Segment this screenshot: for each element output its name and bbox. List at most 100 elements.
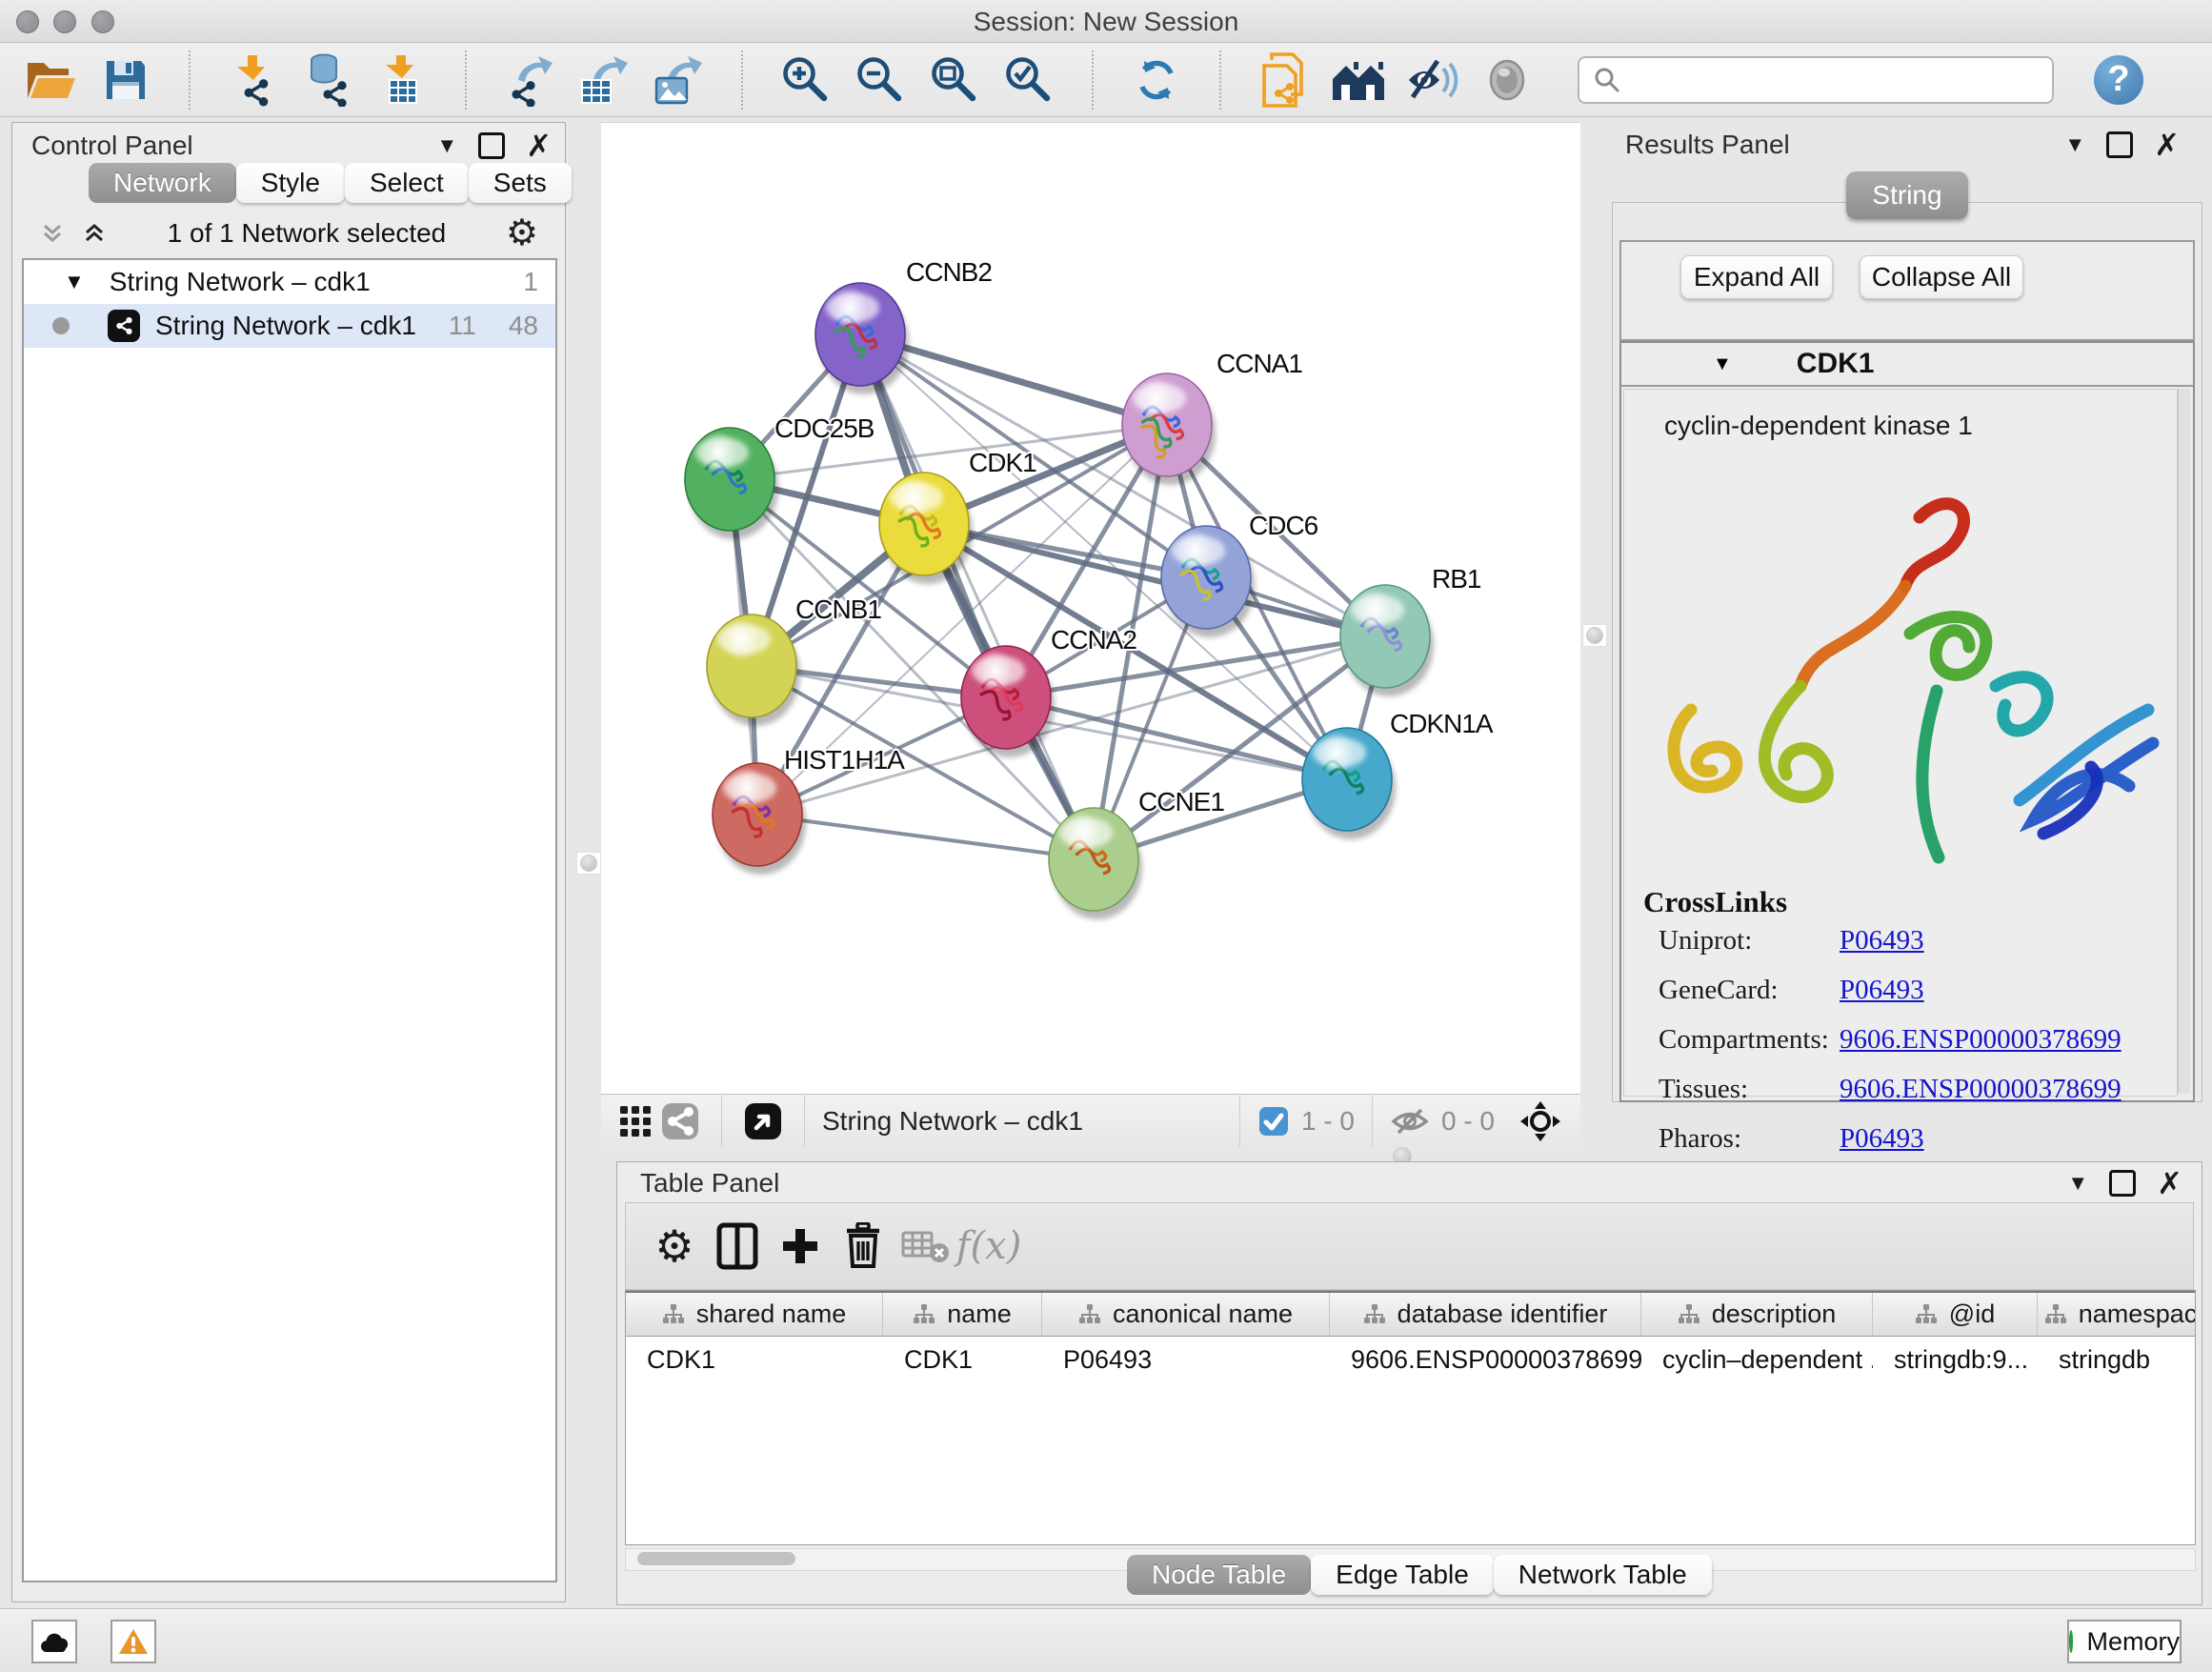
node-CCNB2[interactable] [815,283,909,394]
undock-panel-icon[interactable] [478,132,505,159]
gene-card-scrollbar[interactable] [2178,389,2190,1094]
delete-column-trash-icon[interactable] [832,1217,895,1276]
scrollbar-thumb[interactable] [637,1552,795,1565]
crosslink-link[interactable]: 9606.ENSP00000378699 [1840,1024,2122,1056]
cell-@id[interactable]: stringdb:9... [1873,1345,2038,1375]
tab-string[interactable]: String [1846,171,1968,219]
network-canvas[interactable]: CCNB2CCNA1CDC25BCDK1CDC6RB1CCNB1CCNA2CDK… [601,122,1580,1095]
node-HIST1H1A[interactable] [713,763,806,875]
export-image-button[interactable] [652,53,705,107]
tab-edge-table[interactable]: Edge Table [1311,1555,1494,1595]
cell-name[interactable]: CDK1 [883,1345,1042,1375]
refresh-button[interactable] [1130,53,1183,107]
collapse-all-tree-icon[interactable] [39,220,66,247]
gene-card-header[interactable]: ▼ CDK1 [1621,343,2193,387]
cell-shared-name[interactable]: CDK1 [626,1345,883,1375]
show-eye-button[interactable] [1480,53,1534,107]
close-table-icon[interactable]: ✗ [2157,1173,2182,1194]
collection-label: String Network – cdk1 [110,267,371,297]
node-CDC6[interactable] [1161,526,1255,637]
import-network-button[interactable] [227,53,280,107]
column-header-shared-name[interactable]: shared name [626,1293,883,1336]
import-database-button[interactable] [301,53,354,107]
pan-crosshair-icon[interactable] [1519,1100,1561,1142]
zoom-out-button[interactable] [854,53,907,107]
hide-selected-eye-button[interactable] [1406,53,1459,107]
export-table-button[interactable] [577,53,631,107]
delete-table-icon[interactable] [895,1217,957,1276]
node-CCNB1[interactable] [707,614,800,726]
add-column-icon[interactable] [769,1217,832,1276]
edge-HIST1H1A-CCNE1[interactable] [757,815,1094,859]
undock-results-icon[interactable] [2106,131,2133,158]
column-header-canonical-name[interactable]: canonical name [1042,1293,1330,1336]
close-results-icon[interactable]: ✗ [2154,134,2180,155]
memory-button[interactable]: Memory [2067,1620,2182,1663]
crosslink-link[interactable]: P06493 [1840,975,1924,1006]
cell-namespace[interactable]: stringdb [2038,1345,2196,1375]
birdseye-view-icon[interactable] [739,1095,787,1148]
open-folder-button[interactable] [25,53,78,107]
grid-view-icon[interactable] [614,1095,656,1148]
column-header-@id[interactable]: @id [1873,1293,2038,1336]
search-input[interactable] [1631,60,2052,100]
zoom-selected-button[interactable] [1002,53,1056,107]
node-CCNE1[interactable] [1049,808,1142,919]
float-table-icon[interactable]: ▼ [2067,1171,2088,1196]
collapse-all-button[interactable]: Collapse All [1860,255,2023,299]
node-CCNA2[interactable] [961,646,1055,757]
edge-CCNB2-CCNE1[interactable] [860,334,1094,859]
gene-collapse-arrow-icon[interactable]: ▼ [1713,353,1732,375]
tab-sets[interactable]: Sets [469,163,572,203]
zoom-in-button[interactable] [779,53,833,107]
undock-table-icon[interactable] [2109,1170,2136,1197]
crosslink-link[interactable]: P06493 [1840,925,1924,957]
crosslink-link[interactable]: 9606.ENSP00000378699 [1840,1074,2122,1105]
cell-canonical-name[interactable]: P06493 [1042,1345,1330,1375]
table-settings-gear-icon[interactable]: ⚙ [643,1217,706,1276]
network-overview-icon[interactable] [656,1095,704,1148]
crosslink-link[interactable]: P06493 [1840,1123,1924,1155]
node-CCNA1[interactable] [1122,373,1216,485]
selected-checkbox-icon[interactable] [1257,1105,1290,1138]
float-results-icon[interactable]: ▼ [2064,132,2085,157]
warnings-button[interactable] [111,1620,156,1663]
function-builder-icon[interactable]: f(x) [957,1217,1020,1276]
column-header-name[interactable]: name [883,1293,1042,1336]
expand-all-button[interactable]: Expand All [1680,255,1833,299]
tab-node-table[interactable]: Node Table [1127,1555,1311,1595]
import-table-button[interactable] [375,53,429,107]
expand-collapse-bar: Expand All Collapse All [1619,240,2195,341]
column-header-description[interactable]: description [1641,1293,1873,1336]
cell-description[interactable]: cyclin–dependent ... [1641,1345,1873,1375]
collection-expand-arrow-icon[interactable]: ▼ [64,270,85,294]
save-button[interactable] [99,53,152,107]
tab-select[interactable]: Select [345,163,469,203]
node-CDKN1A[interactable] [1302,728,1396,839]
table-row[interactable]: CDK1CDK1P064939606.ENSP00000378699cyclin… [626,1337,2195,1382]
cell-database-identifier[interactable]: 9606.ENSP00000378699 [1330,1345,1641,1375]
houses-button[interactable] [1332,53,1385,107]
node-CDC25B[interactable] [685,428,778,539]
close-panel-icon[interactable]: ✗ [526,135,552,156]
tab-network[interactable]: Network [89,163,236,203]
column-header-database-identifier[interactable]: database identifier [1330,1293,1641,1336]
zoom-fit-button[interactable] [928,53,981,107]
hidden-elements-eye-icon[interactable] [1390,1105,1430,1138]
float-panel-icon[interactable]: ▼ [436,133,457,158]
network-options-gear-icon[interactable]: ⚙ [506,219,538,248]
network-collection-row[interactable]: ▼ String Network – cdk1 1 [24,260,555,304]
node-CDK1[interactable] [879,473,973,584]
cloud-button[interactable] [31,1620,77,1663]
export-document-button[interactable] [1257,53,1311,107]
tab-style[interactable]: Style [236,163,345,203]
left-splitter-handle[interactable] [576,852,601,875]
column-header-namespace[interactable]: namespace [2038,1293,2196,1336]
network-row[interactable]: String Network – cdk1 11 48 [24,304,555,348]
tab-network-table[interactable]: Network Table [1494,1555,1712,1595]
show-columns-icon[interactable] [706,1217,769,1276]
expand-all-tree-icon[interactable] [81,220,108,247]
help-button[interactable]: ? [2094,55,2143,105]
node-RB1[interactable] [1340,585,1434,696]
export-network-button[interactable] [503,53,556,107]
